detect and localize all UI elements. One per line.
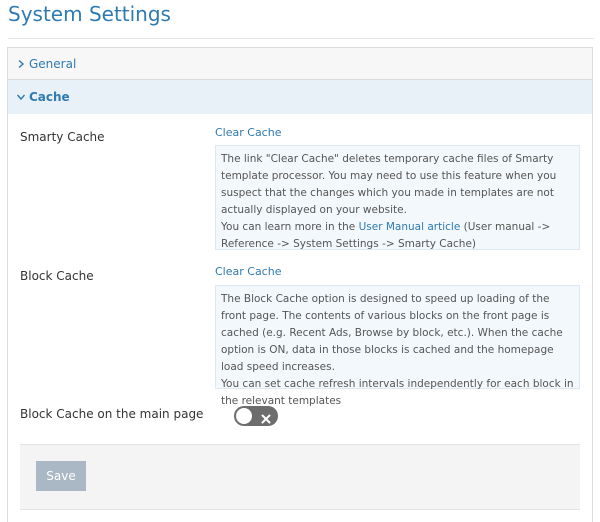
toggle-knob [236,408,252,424]
block-cache-label: Block Cache [20,269,94,283]
smarty-clear-cache-link[interactable]: Clear Cache [215,126,281,139]
section-cache-header[interactable]: Cache [8,80,592,114]
save-button[interactable]: Save [36,461,86,491]
chevron-down-icon [16,92,26,102]
smarty-cache-note: The link "Clear Cache" deletes temporary… [215,145,580,250]
block-clear-cache-link[interactable]: Clear Cache [215,265,281,278]
section-general-label: General [29,56,77,71]
block-note-text: The Block Cache option is designed to sp… [221,293,563,373]
smarty-cache-label: Smarty Cache [20,130,105,144]
section-cache-label: Cache [29,90,70,104]
section-general-header[interactable]: General [8,48,592,79]
smarty-note-prefix: You can learn more in the [221,221,356,233]
close-icon [260,410,272,424]
main-page-cache-toggle[interactable] [234,406,278,426]
user-manual-link[interactable]: User Manual article [359,221,461,233]
main-page-cache-label: Block Cache on the main page [20,407,204,421]
smarty-note-text: The link "Clear Cache" deletes temporary… [221,153,557,216]
title-divider [8,38,594,39]
block-cache-note: The Block Cache option is designed to sp… [215,285,580,407]
section-cache[interactable]: Cache [7,79,593,115]
section-general[interactable]: General [7,47,593,80]
chevron-right-icon [16,59,26,69]
page-title: System Settings [8,2,171,26]
form-actions: Save [20,444,580,510]
